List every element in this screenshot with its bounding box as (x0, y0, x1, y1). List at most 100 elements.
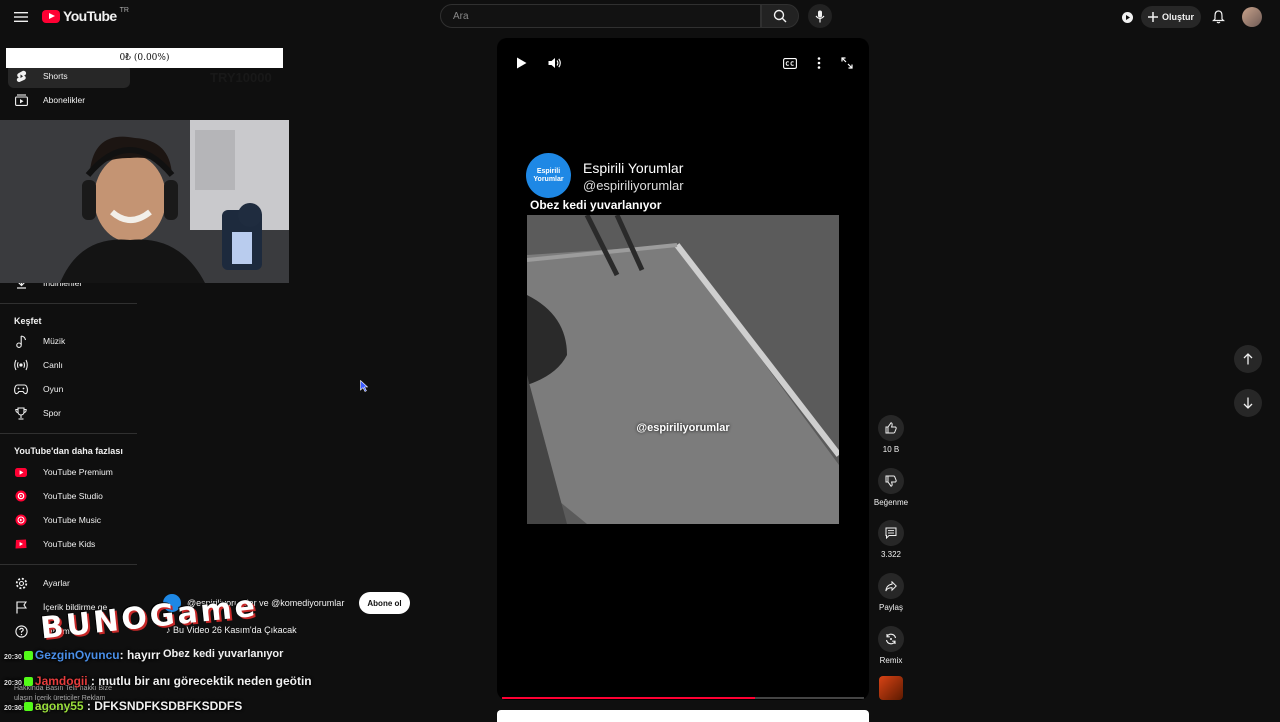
subscriptions-icon (14, 93, 28, 107)
next-short-card[interactable] (497, 710, 869, 722)
logo-word: YouTube (63, 8, 117, 24)
webcam-overlay (0, 120, 289, 283)
live-icon (14, 358, 28, 372)
donation-goal: TRY10000 (210, 70, 272, 85)
volume-icon[interactable] (547, 56, 563, 70)
dislike-button[interactable] (878, 468, 904, 494)
sidebar-item-youtube-kids[interactable]: YouTube Kids (8, 532, 130, 556)
chat-text: mutlu bir anı görecektik neden geötin (98, 674, 312, 688)
arrow-down-icon (1243, 397, 1253, 409)
video-frame: @espiriliyorumlar (527, 215, 839, 524)
remix-button[interactable] (878, 626, 904, 652)
share-button[interactable] (878, 573, 904, 599)
progress-fill (502, 697, 756, 699)
shorts-icon (14, 69, 28, 83)
chat-message: 20:30 GezginOyuncu: hayırr (4, 648, 161, 662)
youtube-logo[interactable]: YouTube TR (42, 6, 129, 24)
sidebar-item-sports[interactable]: Spor (8, 401, 130, 425)
youtube-music-icon (14, 513, 28, 527)
sidebar-item-label: Oyun (43, 384, 64, 394)
search-icon (773, 9, 787, 23)
trophy-icon (14, 406, 28, 420)
notifications-icon[interactable] (1210, 9, 1226, 25)
top-bar: YouTube TR Ara Oluştur (0, 0, 1280, 34)
share-action[interactable]: Paylaş (873, 573, 909, 612)
remix-icon (885, 633, 897, 645)
sidebar-item-label: Ayarlar (43, 578, 70, 588)
youtube-play-icon (42, 9, 60, 23)
sidebar-divider (0, 303, 137, 304)
voice-search-button[interactable] (808, 4, 832, 28)
comments-button[interactable] (878, 520, 904, 546)
channel-avatar[interactable]: Espirili Yorumlar (526, 153, 571, 198)
comment-count: 3.322 (880, 550, 902, 559)
captions-icon[interactable] (782, 56, 798, 70)
country-code: TR (119, 6, 129, 14)
sidebar-item-live[interactable]: Canlı (8, 353, 130, 377)
sidebar-item-label: YouTube Premium (43, 467, 113, 477)
comments-action[interactable]: 3.322 (873, 520, 909, 559)
create-button[interactable]: Oluştur (1141, 6, 1201, 28)
next-short-button[interactable] (1234, 389, 1262, 417)
search-input[interactable]: Ara (440, 4, 761, 28)
like-action[interactable]: 10 B (873, 415, 909, 454)
sidebar-item-label: Canlı (43, 360, 63, 370)
music-note-icon (14, 334, 28, 348)
subscribe-button[interactable]: Abone ol (359, 592, 410, 614)
creator-tools-icon[interactable] (1119, 9, 1135, 25)
sidebar-item-subscriptions[interactable]: Abonelikler (8, 88, 130, 112)
dislike-label: Beğenme (873, 498, 909, 507)
play-icon[interactable] (514, 56, 528, 70)
plus-icon (1147, 12, 1158, 22)
kick-badge-icon (23, 702, 33, 712)
video-watermark: @espiriliyorumlar (636, 422, 730, 434)
sidebar-item-label: Shorts (43, 71, 68, 81)
help-icon (14, 624, 28, 638)
menu-icon[interactable] (12, 8, 30, 26)
sidebar-item-music[interactable]: Müzik (8, 329, 130, 353)
previous-short-button[interactable] (1234, 345, 1262, 373)
video-progress-bar[interactable] (502, 697, 864, 699)
sidebar-item-gaming[interactable]: Oyun (8, 377, 130, 401)
subscribe-label: Abone ol (367, 598, 402, 608)
chat-message: 20:30 Jamdogii : mutlu bir anı görecektik… (4, 674, 312, 688)
short-caption: Obez kedi yuvarlanıyor (163, 648, 284, 660)
user-avatar[interactable] (1242, 7, 1262, 27)
sidebar-item-youtube-premium[interactable]: YouTube Premium (8, 460, 130, 484)
remix-action[interactable]: Remix (873, 626, 909, 665)
channel-avatar-text: Espirili Yorumlar (533, 167, 564, 183)
like-count: 10 B (882, 445, 900, 454)
donation-bar: 0₺ (0.00%) (6, 48, 283, 68)
dislike-action[interactable]: Beğenme (873, 468, 909, 507)
channel-handle: @espiriliyorumlar (583, 178, 684, 193)
sidebar-item-youtube-studio[interactable]: YouTube Studio (8, 484, 130, 508)
youtube-premium-icon (14, 465, 28, 479)
explore-heading: Keşfet (14, 316, 42, 326)
youtube-kids-icon (14, 537, 28, 551)
mouse-cursor (360, 380, 368, 392)
like-button[interactable] (878, 415, 904, 441)
comment-icon (885, 527, 897, 539)
sidebar-item-label: Müzik (43, 336, 66, 346)
shorts-player[interactable]: Espirili Yorumlar Espirili Yorumlar @esp… (497, 38, 869, 700)
sound-thumbnail[interactable] (879, 676, 903, 700)
channel-name: Espirili Yorumlar (583, 160, 684, 176)
chat-user: agony55 (34, 699, 84, 713)
arrow-up-icon (1243, 353, 1253, 365)
more-options-icon[interactable] (813, 56, 825, 70)
search-button[interactable] (761, 4, 799, 28)
search-placeholder: Ara (453, 11, 469, 22)
chat-time: 20:30 (4, 705, 22, 712)
sidebar-item-youtube-music[interactable]: YouTube Music (8, 508, 130, 532)
gear-icon (14, 576, 28, 590)
sidebar-item-label: Abonelikler (43, 95, 86, 105)
kick-badge-icon (23, 651, 33, 661)
chat-message: 20:30 agony55 : DFKSNDFKSDBFKSDDFS (4, 699, 243, 713)
share-icon (885, 580, 897, 591)
sidebar-item-settings[interactable]: Ayarlar (8, 571, 130, 595)
create-label: Oluştur (1161, 12, 1194, 22)
sidebar-item-label: YouTube Music (43, 515, 101, 525)
post-title: Obez kedi yuvarlanıyor (530, 198, 662, 212)
video-image (527, 215, 839, 524)
fullscreen-icon[interactable] (840, 56, 854, 70)
